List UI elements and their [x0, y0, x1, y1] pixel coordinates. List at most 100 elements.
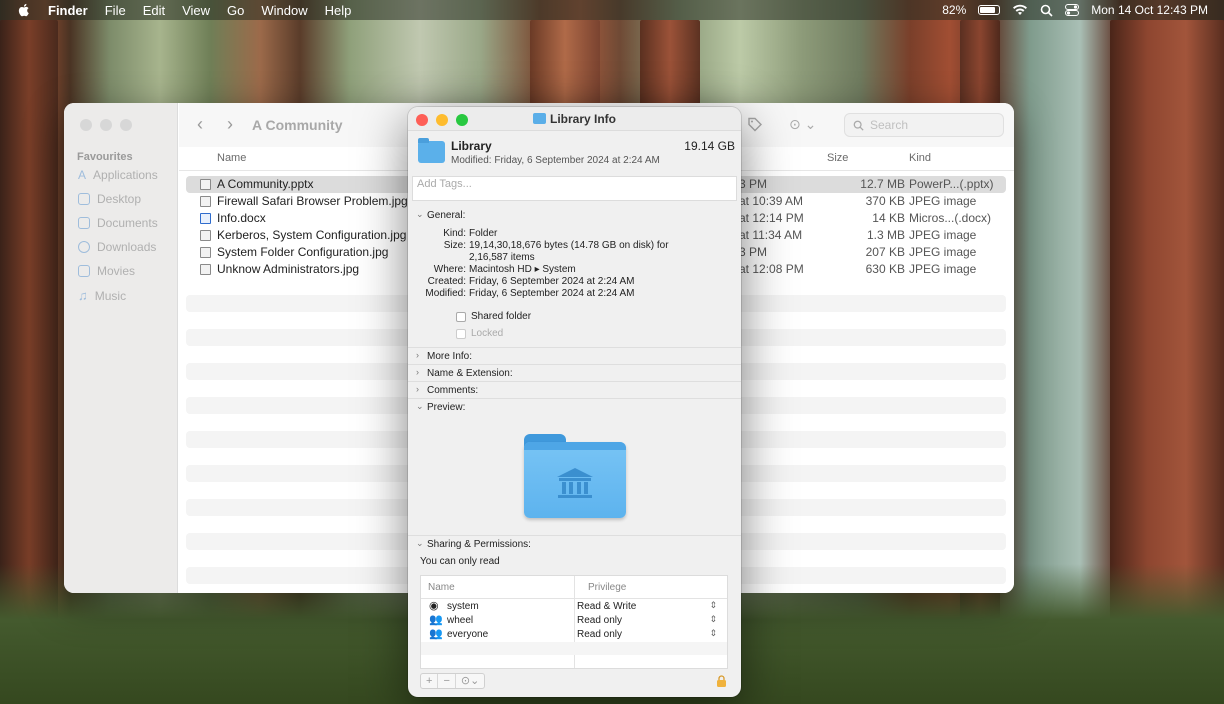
chevron-down-icon: ⌄ [416, 401, 424, 411]
comments-section-toggle[interactable]: › Comments: [408, 381, 741, 398]
permission-row[interactable]: 👥 wheel Read only ⇕ [421, 614, 727, 627]
file-kind: JPEG image [909, 194, 977, 208]
menu-edit[interactable]: Edit [143, 3, 165, 18]
section-label: Sharing & Permissions: [427, 539, 531, 550]
group-icon: 👥 [429, 614, 443, 626]
image-file-icon [200, 264, 211, 275]
desktop-icon [78, 193, 90, 205]
chevron-down-icon: ⌄ [416, 538, 424, 548]
column-size[interactable]: Size [827, 152, 848, 164]
sidebar-item-desktop[interactable]: Desktop [78, 192, 141, 206]
image-file-icon [200, 196, 211, 207]
window-title-text: Library Info [549, 112, 616, 126]
clock[interactable]: Mon 14 Oct 12:43 PM [1091, 3, 1208, 17]
folder-body [524, 442, 626, 518]
privilege-select[interactable]: Read only [577, 615, 622, 626]
control-center-icon[interactable] [1065, 4, 1080, 16]
chevron-right-icon: › [416, 367, 419, 377]
sidebar-item-label: Movies [97, 264, 136, 278]
privilege-select[interactable]: Read only [577, 629, 622, 640]
window-controls [80, 119, 132, 131]
size-value: 19,14,30,18,676 bytes (14.78 GB on disk)… [469, 240, 669, 251]
tags-field[interactable]: Add Tags... [412, 176, 737, 201]
name-column-header[interactable]: Name [428, 582, 455, 593]
battery-icon[interactable] [978, 5, 1001, 15]
applications-icon: A [78, 168, 87, 182]
more-actions-icon[interactable]: ⊙ ⌄ [789, 116, 816, 133]
menu-file[interactable]: File [105, 3, 126, 18]
file-kind: Micros...(.docx) [909, 211, 992, 225]
size-row-cont: 2,16,587 items [408, 252, 741, 264]
stepper-icon[interactable]: ⇕ [709, 614, 717, 625]
file-kind: PowerP...(.pptx) [909, 177, 994, 191]
size-label: Size: [443, 240, 466, 251]
item-modified: Modified: Friday, 6 September 2024 at 2:… [451, 155, 660, 166]
remove-user-button[interactable]: − [438, 674, 456, 688]
sidebar-item-documents[interactable]: Documents [78, 216, 158, 230]
permission-row[interactable]: 👥 everyone Read only ⇕ [421, 628, 727, 641]
music-icon: ♫ [78, 288, 88, 303]
user-icon: ◉ [429, 600, 439, 612]
sidebar-item-label: Documents [97, 216, 158, 230]
stepper-icon[interactable]: ⇕ [709, 600, 717, 611]
name-extension-section-toggle[interactable]: › Name & Extension: [408, 364, 741, 381]
locked-checkbox[interactable]: Locked [456, 328, 503, 339]
shared-folder-checkbox[interactable]: Shared folder [456, 311, 531, 322]
stepper-icon[interactable]: ⇕ [709, 628, 717, 639]
read-note-text: You can only read [420, 556, 500, 567]
size-row: Size: 19,14,30,18,676 bytes (14.78 GB on… [408, 240, 741, 252]
menu-go[interactable]: Go [227, 3, 244, 18]
column-name[interactable]: Name [217, 152, 246, 164]
add-user-button[interactable]: + [421, 674, 439, 688]
section-label: General: [427, 210, 466, 221]
privilege-column-header[interactable]: Privilege [588, 582, 626, 593]
file-name: System Folder Configuration.jpg [217, 245, 389, 259]
permission-row[interactable]: ◉ system Read & Write ⇕ [421, 600, 727, 613]
preview-section-toggle[interactable]: ⌄ Preview: [408, 398, 741, 415]
word-file-icon [200, 213, 211, 224]
general-section-toggle[interactable]: ⌄ General: [408, 207, 741, 224]
sidebar-item-label: Music [94, 288, 127, 303]
created-label: Created: [427, 276, 466, 287]
more-info-section-toggle[interactable]: › More Info: [408, 347, 741, 364]
spotlight-search-icon[interactable] [1040, 4, 1053, 17]
wifi-icon[interactable] [1012, 4, 1028, 16]
file-name: Firewall Safari Browser Problem.jpg [217, 194, 408, 208]
search-field[interactable]: Search [844, 113, 1004, 137]
close-button[interactable] [80, 119, 92, 131]
kind-label: Kind: [443, 228, 466, 239]
library-folder-icon [418, 138, 445, 163]
forward-arrow-icon[interactable]: › [227, 114, 233, 135]
column-kind[interactable]: Kind [909, 152, 931, 164]
apple-icon[interactable] [16, 2, 32, 18]
checkbox-label: Shared folder [471, 311, 532, 322]
menu-view[interactable]: View [182, 3, 210, 18]
back-arrow-icon[interactable]: ‹ [197, 114, 203, 135]
sidebar-item-music[interactable]: ♫ Music [78, 288, 126, 303]
menu-window[interactable]: Window [261, 3, 307, 18]
lock-icon[interactable] [716, 675, 727, 687]
zoom-button[interactable] [120, 119, 132, 131]
menu-finder[interactable]: Finder [48, 3, 88, 18]
sidebar-item-applications[interactable]: A Applications [78, 168, 158, 182]
sharing-permissions-section-toggle[interactable]: ⌄ Sharing & Permissions: [408, 535, 741, 552]
download-icon [78, 241, 90, 253]
file-size: 14 KB [872, 211, 905, 225]
created-value: Friday, 6 September 2024 at 2:24 AM [469, 276, 635, 287]
checkbox [456, 328, 466, 339]
minimize-button[interactable] [100, 119, 112, 131]
menu-bar: Finder File Edit View Go Window Help 82%… [0, 0, 1224, 20]
tag-icon[interactable] [747, 116, 763, 132]
sidebar-item-movies[interactable]: Movies [78, 264, 135, 278]
info-header: Library Modified: Friday, 6 September 20… [416, 137, 735, 175]
section-label: Preview: [427, 402, 466, 413]
menu-help[interactable]: Help [325, 3, 352, 18]
sidebar-item-label: Downloads [97, 240, 157, 254]
privilege-select[interactable]: Read & Write [577, 601, 636, 612]
action-menu-button[interactable]: ⊙⌄ [456, 674, 484, 688]
sidebar-item-label: Applications [93, 168, 158, 182]
pptx-file-icon [200, 179, 211, 190]
modified-value: Friday, 6 September 2024 at 2:24 AM [469, 288, 635, 299]
battery-percent: 82% [942, 3, 967, 17]
sidebar-item-downloads[interactable]: Downloads [78, 240, 156, 254]
